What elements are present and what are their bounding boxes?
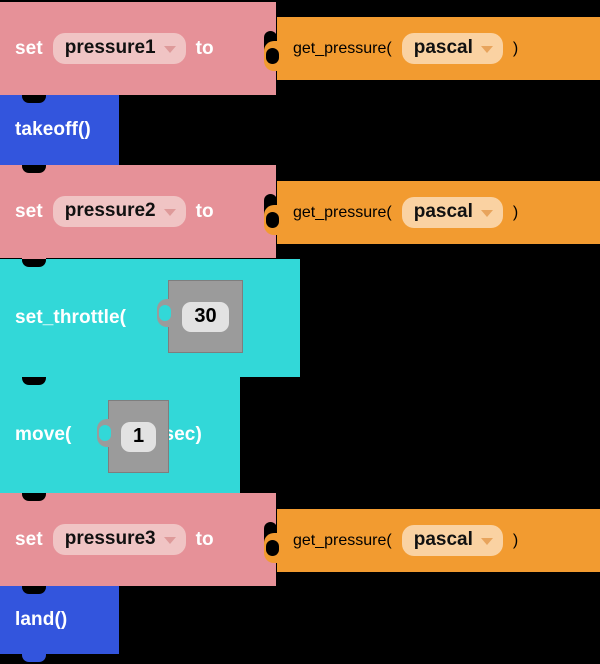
puzzle-connector-icon (264, 205, 279, 235)
unit-dropdown-value: pascal (413, 529, 473, 550)
block-get-pressure-1[interactable]: get_pressure( pascal ) (264, 17, 600, 80)
block-set-pressure2[interactable]: set pressure2 to (0, 165, 277, 266)
chevron-down-icon (480, 45, 493, 53)
set-label: set (15, 200, 43, 222)
unit-dropdown-pascal-1[interactable]: pascal (401, 33, 503, 64)
puzzle-connector-icon (97, 419, 111, 447)
block-land[interactable]: land() (0, 586, 119, 662)
puzzle-connector-icon (264, 533, 279, 563)
to-label: to (195, 200, 214, 222)
set-label: set (15, 37, 43, 59)
get-pressure-suffix: ) (512, 39, 519, 57)
chevron-down-icon (163, 208, 176, 216)
set-throttle-prefix: set_throttle( (15, 307, 127, 328)
get-pressure-prefix: get_pressure( (293, 531, 392, 549)
set-label: set (15, 528, 43, 550)
move-prefix: move( (15, 424, 72, 445)
get-pressure-prefix: get_pressure( (293, 203, 392, 221)
number-field-30[interactable]: 30 (182, 301, 229, 332)
variable-dropdown-value: pressure3 (64, 528, 156, 549)
puzzle-connector-icon (157, 299, 171, 327)
variable-dropdown-value: pressure2 (64, 200, 156, 221)
block-number-30[interactable]: 30 (157, 280, 243, 353)
unit-dropdown-pascal-3[interactable]: pascal (401, 525, 503, 556)
get-pressure-suffix: ) (512, 203, 519, 221)
chevron-down-icon (480, 209, 493, 217)
unit-dropdown-value: pascal (413, 37, 473, 58)
unit-dropdown-pascal-2[interactable]: pascal (401, 197, 503, 228)
blockly-workspace[interactable]: set pressure1 to get_pressure( pascal ) … (0, 0, 600, 664)
chevron-down-icon (163, 536, 176, 544)
chevron-down-icon (163, 45, 176, 53)
puzzle-connector-icon (264, 41, 279, 71)
variable-dropdown-pressure1[interactable]: pressure1 (52, 33, 186, 64)
to-label: to (195, 528, 214, 550)
block-set-throttle[interactable]: set_throttle( %) (0, 259, 300, 385)
variable-dropdown-pressure2[interactable]: pressure2 (52, 196, 186, 227)
block-get-pressure-2[interactable]: get_pressure( pascal ) (264, 181, 600, 244)
variable-dropdown-value: pressure1 (64, 37, 156, 58)
unit-dropdown-value: pascal (413, 201, 473, 222)
takeoff-label: takeoff() (15, 119, 91, 140)
chevron-down-icon (480, 537, 493, 545)
block-get-pressure-3[interactable]: get_pressure( pascal ) (264, 509, 600, 572)
block-set-pressure3[interactable]: set pressure3 to (0, 493, 277, 594)
block-takeoff[interactable]: takeoff() (0, 95, 119, 173)
block-number-1[interactable]: 1 (97, 400, 169, 473)
get-pressure-suffix: ) (512, 531, 519, 549)
variable-dropdown-pressure3[interactable]: pressure3 (52, 524, 186, 555)
to-label: to (195, 37, 214, 59)
get-pressure-prefix: get_pressure( (293, 39, 392, 57)
land-label: land() (15, 609, 68, 630)
move-suffix: sec) (163, 424, 202, 445)
block-set-pressure1[interactable]: set pressure1 to (0, 2, 277, 103)
number-field-1[interactable]: 1 (120, 421, 157, 452)
